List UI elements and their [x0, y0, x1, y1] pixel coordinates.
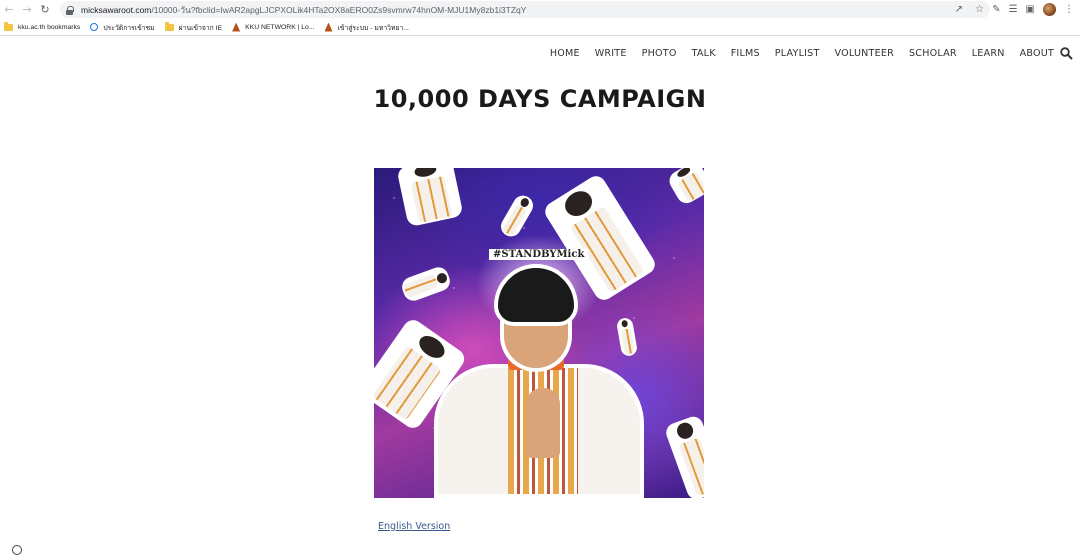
bookmark-label: ผ่านเข้าจาก IE [178, 24, 223, 32]
reload-icon[interactable]: ↻ [36, 0, 54, 19]
nav-volunteer[interactable]: VOLUNTEER [835, 48, 894, 59]
bookmarks-bar: kku.ac.th bookmarks ประวัติการเข้าชม ผ่า… [0, 19, 1080, 36]
share-icon[interactable]: ↗ [955, 4, 963, 15]
info-icon[interactable] [12, 545, 22, 555]
nav-about[interactable]: ABOUT [1020, 48, 1054, 59]
bookmark-label: kku.ac.th bookmarks [18, 23, 81, 31]
url-text[interactable]: micksawaroot.com/10000-วัน?fbclid=IwAR2a… [81, 3, 526, 17]
person-hands [526, 388, 560, 458]
browser-toolbar: ← → ↻ micksawaroot.com/10000-วัน?fbclid=… [0, 0, 1080, 19]
bookmark-label: KKU NETWORK | Lo... [245, 23, 315, 31]
nav-photo[interactable]: PHOTO [642, 48, 677, 59]
nav-links: HOME WRITE PHOTO TALK FILMS PLAYLIST VOL… [550, 48, 1054, 59]
address-bar[interactable]: micksawaroot.com/10000-วัน?fbclid=IwAR2a… [60, 1, 990, 18]
reading-list-icon[interactable]: ☰ [1009, 4, 1018, 15]
site-nav: HOME WRITE PHOTO TALK FILMS PLAYLIST VOL… [0, 37, 1080, 71]
nav-playlist[interactable]: PLAYLIST [775, 48, 820, 59]
person-hair [494, 264, 578, 326]
history-icon [90, 23, 99, 31]
bookmark-item[interactable]: เข้าสู่ระบบ - มหาวิทยา... [324, 22, 409, 33]
main-person [434, 264, 644, 498]
extensions-icon[interactable]: ✎ [992, 4, 1000, 15]
person-robe [434, 364, 644, 498]
bookmark-star-icon[interactable]: ☆ [975, 4, 984, 15]
bookmark-label: เข้าสู่ระบบ - มหาวิทยา... [337, 24, 409, 32]
folder-icon [4, 22, 13, 31]
nav-home[interactable]: HOME [550, 48, 580, 59]
menu-dots-icon[interactable]: ⋮ [1064, 4, 1074, 15]
url-domain: micksawaroot.com [81, 4, 152, 15]
hero-hashtag: #STANDBYMick [489, 249, 589, 260]
nav-write[interactable]: WRITE [595, 48, 627, 59]
bookmark-item[interactable]: ประวัติการเข้าชม [90, 22, 155, 33]
page-title: 10,000 DAYS CAMPAIGN [373, 85, 707, 113]
nav-talk[interactable]: TALK [692, 48, 716, 59]
bookmark-item[interactable]: ผ่านเข้าจาก IE [164, 22, 223, 33]
folder-icon [164, 22, 174, 31]
lock-icon[interactable] [66, 5, 74, 15]
profile-avatar[interactable] [1043, 3, 1056, 16]
side-panel-icon[interactable]: ▣ [1026, 4, 1035, 15]
kku-logo-icon [324, 22, 333, 32]
nav-films[interactable]: FILMS [731, 48, 760, 59]
kku-logo-icon [232, 22, 241, 32]
bookmark-item[interactable]: kku.ac.th bookmarks [4, 22, 81, 31]
english-version-link[interactable]: English Version [378, 521, 450, 532]
back-arrow-icon[interactable]: ← [0, 0, 18, 19]
search-icon[interactable] [1060, 47, 1073, 60]
bookmark-item[interactable]: KKU NETWORK | Lo... [232, 22, 315, 32]
bookmark-label: ประวัติการเข้าชม [103, 24, 155, 32]
url-path: /10000-วัน?fbclid=IwAR2apgLJCPXOLik4HTa2… [151, 4, 527, 15]
nav-scholar[interactable]: SCHOLAR [909, 48, 957, 59]
forward-arrow-icon[interactable]: → [18, 0, 36, 19]
nav-learn[interactable]: LEARN [972, 48, 1005, 59]
hero-image: #STANDBYMick [374, 168, 704, 498]
